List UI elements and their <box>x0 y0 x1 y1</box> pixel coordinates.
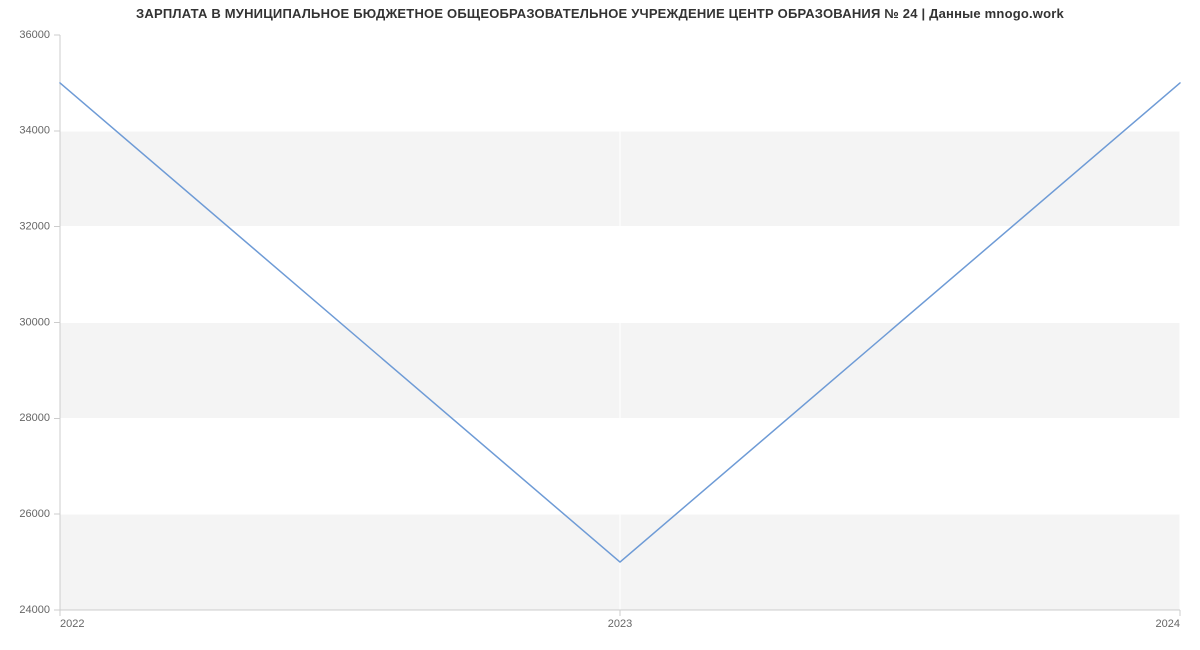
plot-area: 2400026000280003000032000340003600020222… <box>60 35 1180 610</box>
svg-text:26000: 26000 <box>19 508 50 520</box>
chart-svg: 2400026000280003000032000340003600020222… <box>60 35 1180 645</box>
svg-text:34000: 34000 <box>19 125 50 137</box>
svg-text:30000: 30000 <box>19 316 50 328</box>
svg-text:28000: 28000 <box>19 412 50 424</box>
svg-text:36000: 36000 <box>19 29 50 41</box>
svg-text:2023: 2023 <box>608 618 632 630</box>
salary-chart: ЗАРПЛАТА В МУНИЦИПАЛЬНОЕ БЮДЖЕТНОЕ ОБЩЕО… <box>0 0 1200 650</box>
chart-title: ЗАРПЛАТА В МУНИЦИПАЛЬНОЕ БЮДЖЕТНОЕ ОБЩЕО… <box>0 6 1200 21</box>
svg-text:32000: 32000 <box>19 221 50 233</box>
svg-text:2024: 2024 <box>1156 618 1180 630</box>
svg-text:24000: 24000 <box>19 604 50 616</box>
svg-text:2022: 2022 <box>60 618 84 630</box>
